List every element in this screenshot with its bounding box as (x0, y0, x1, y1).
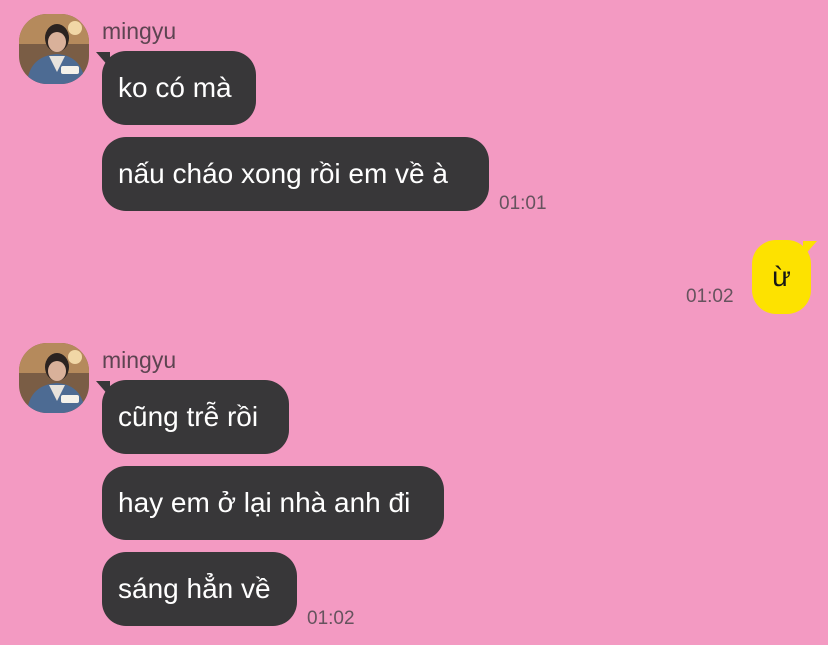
incoming-message-bubble[interactable]: nấu cháo xong rồi em về à (102, 137, 489, 211)
bubble-tail (803, 241, 817, 257)
message-text: ừ (772, 261, 791, 292)
incoming-message-bubble[interactable]: sáng hẳn về (102, 552, 297, 626)
message-timestamp: 01:02 (307, 608, 355, 629)
message-text: ko có mà (118, 72, 232, 103)
sender-name: mingyu (102, 347, 177, 373)
incoming-message-bubble[interactable]: hay em ở lại nhà anh đi (102, 466, 444, 540)
message-text: cũng trễ rồi (118, 401, 259, 432)
sender-avatar[interactable] (19, 14, 89, 84)
sender-avatar[interactable] (19, 343, 89, 413)
message-timestamp: 01:02 (686, 286, 734, 307)
sender-name: mingyu (102, 18, 177, 44)
avatar-photo-icon (19, 343, 89, 413)
incoming-message-bubble[interactable]: cũng trễ rồi (102, 380, 289, 454)
message-text: nấu cháo xong rồi em về à (118, 158, 448, 189)
message-timestamp: 01:01 (499, 193, 547, 214)
message-text: hay em ở lại nhà anh đi (118, 487, 411, 518)
message-text: sáng hẳn về (118, 573, 271, 604)
avatar-photo-icon (19, 14, 89, 84)
chat-thread: mingyu ko có mà nấu cháo xong rồi em về … (0, 0, 828, 645)
incoming-message-bubble[interactable]: ko có mà (102, 51, 256, 125)
